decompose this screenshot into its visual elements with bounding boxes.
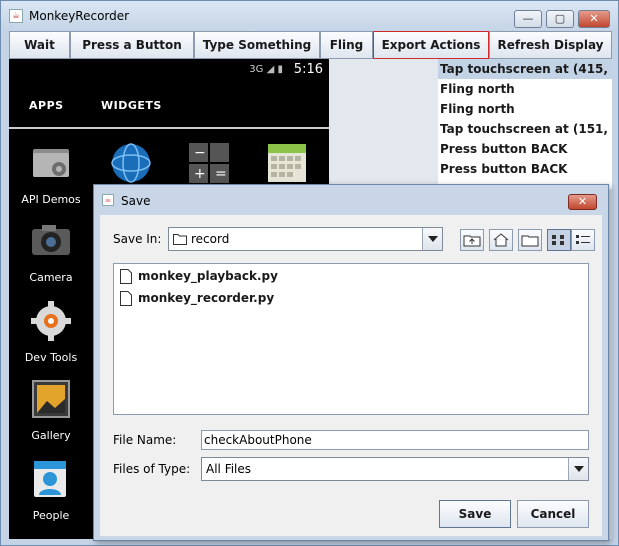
- file-name-field[interactable]: [201, 430, 589, 450]
- signal-icon: ◢: [266, 64, 275, 75]
- calculator-icon: − + =: [189, 143, 229, 183]
- file-name-label: File Name:: [113, 433, 177, 447]
- file-type-combo[interactable]: All Files: [201, 457, 589, 481]
- file-name: monkey_recorder.py: [138, 291, 275, 305]
- gear-icon: [31, 301, 71, 341]
- app-dev-tools[interactable]: Dev Tools: [11, 299, 91, 364]
- file-icon: [120, 291, 132, 306]
- action-item[interactable]: Fling north: [438, 79, 612, 99]
- close-button[interactable]: ✕: [578, 10, 610, 28]
- app-camera[interactable]: Camera: [11, 219, 91, 284]
- maximize-button[interactable]: ▢: [546, 10, 574, 28]
- list-view-button[interactable]: [547, 229, 571, 251]
- file-list[interactable]: monkey_playback.py monkey_recorder.py: [113, 263, 589, 415]
- app-label: People: [32, 509, 70, 522]
- people-icon: [34, 461, 66, 497]
- status-bar: 3G ◢ ▮ 5:16: [9, 59, 329, 83]
- action-item[interactable]: Tap touchscreen at (415, 710): [438, 59, 612, 79]
- file-type-label: Files of Type:: [113, 462, 191, 476]
- app-label: Dev Tools: [24, 351, 78, 364]
- camera-icon: [32, 225, 70, 255]
- action-item[interactable]: Tap touchscreen at (151, 765): [438, 119, 612, 139]
- dialog-title: Save: [121, 194, 151, 208]
- chevron-down-icon[interactable]: [422, 228, 442, 250]
- dialog-body: Save In: record monkey_playback.py monke…: [100, 215, 602, 536]
- app-label: Camera: [29, 271, 73, 284]
- battery-icon: ▮: [277, 64, 283, 75]
- svg-text:−: −: [194, 145, 206, 161]
- save-dialog: ☕ Save ✕ Save In: record monkey_playback…: [93, 184, 609, 541]
- new-folder-button[interactable]: [518, 229, 542, 251]
- gallery-icon: [32, 380, 70, 418]
- tab-widgets[interactable]: WIDGETS: [101, 99, 162, 112]
- app-gallery[interactable]: Gallery: [11, 377, 91, 442]
- tab-apps[interactable]: APPS: [29, 99, 64, 112]
- toolbar: Wait Press a Button Type Something Fling…: [9, 31, 612, 59]
- folder-gear-icon: [33, 149, 69, 177]
- file-type-value: All Files: [206, 462, 252, 476]
- save-button[interactable]: Save: [439, 500, 511, 528]
- window-title: MonkeyRecorder: [29, 9, 130, 23]
- minimize-button[interactable]: —: [514, 10, 542, 28]
- chevron-down-icon[interactable]: [568, 458, 588, 480]
- java-app-icon: ☕: [102, 194, 114, 206]
- home-button[interactable]: [489, 229, 513, 251]
- java-app-icon: ☕: [9, 9, 23, 23]
- launcher-tabs: APPS WIDGETS: [9, 89, 329, 129]
- folder-icon: [173, 234, 187, 245]
- status-time: 5:16: [293, 62, 323, 77]
- dialog-close-button[interactable]: ✕: [568, 194, 597, 210]
- save-in-label: Save In:: [113, 232, 162, 246]
- details-view-icon: [576, 235, 590, 244]
- actions-list[interactable]: Tap touchscreen at (415, 710) Fling nort…: [438, 59, 612, 189]
- save-in-value: record: [191, 232, 230, 246]
- export-actions-button[interactable]: Export Actions: [373, 31, 489, 59]
- app-browser[interactable]: [91, 141, 171, 189]
- action-item[interactable]: Fling north: [438, 99, 612, 119]
- svg-text:=: =: [215, 166, 227, 182]
- app-label: Gallery: [31, 429, 71, 442]
- file-icon: [120, 269, 132, 284]
- list-view-icon: [552, 235, 564, 245]
- new-folder-icon: [521, 235, 539, 247]
- tab-divider: [9, 127, 329, 129]
- details-view-button[interactable]: [571, 229, 595, 251]
- wait-button[interactable]: Wait: [9, 31, 70, 59]
- dialog-titlebar[interactable]: ☕ Save ✕: [94, 185, 608, 215]
- file-name: monkey_playback.py: [138, 269, 278, 283]
- folder-up-icon: [463, 235, 481, 247]
- calendar-icon: [268, 144, 306, 182]
- signal-battery-icons: 3G ◢ ▮: [249, 64, 283, 75]
- press-button-button[interactable]: Press a Button: [70, 31, 194, 59]
- up-one-level-button[interactable]: [460, 229, 484, 251]
- action-item[interactable]: Press button BACK: [438, 139, 612, 159]
- refresh-display-button[interactable]: Refresh Display: [489, 31, 612, 59]
- window-titlebar[interactable]: ☕ MonkeyRecorder — ▢ ✕: [1, 1, 618, 31]
- network-type: 3G: [249, 64, 264, 75]
- save-in-combo[interactable]: record: [168, 227, 443, 251]
- type-something-button[interactable]: Type Something: [194, 31, 320, 59]
- app-label: API Demos: [21, 193, 81, 206]
- home-icon: [493, 233, 509, 247]
- cancel-button[interactable]: Cancel: [517, 500, 589, 528]
- svg-text:+: +: [194, 166, 206, 182]
- app-calendar[interactable]: [247, 141, 327, 189]
- app-calculator[interactable]: − + =: [169, 141, 249, 189]
- action-item[interactable]: Press button BACK: [438, 159, 612, 179]
- app-api-demos[interactable]: API Demos: [11, 141, 91, 206]
- app-people[interactable]: People: [11, 457, 91, 522]
- fling-button[interactable]: Fling: [320, 31, 373, 59]
- globe-icon: [111, 143, 151, 183]
